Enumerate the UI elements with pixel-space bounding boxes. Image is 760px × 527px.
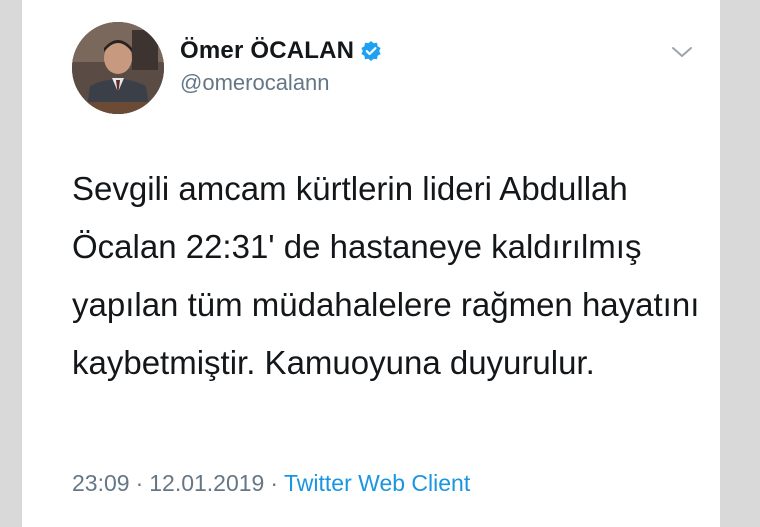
tweet-date[interactable]: 12.01.2019 [149, 470, 264, 496]
tweet-time[interactable]: 23:09 [72, 470, 130, 496]
separator: · [270, 470, 279, 496]
name-row: Ömer ÖCALAN [180, 36, 382, 66]
tweet-client-link[interactable]: Twitter Web Client [284, 470, 470, 496]
author-name[interactable]: Ömer ÖCALAN [180, 37, 354, 65]
separator: · [135, 470, 144, 496]
author-handle[interactable]: @omerocalann [180, 70, 382, 96]
avatar[interactable] [72, 22, 164, 114]
tweet-text: Sevgili amcam kürtlerin lideri Abdullah … [72, 170, 700, 381]
tweet-header: Ömer ÖCALAN @omerocalann [180, 36, 382, 96]
tweet-meta: 23:09 · 12.01.2019 · Twitter Web Client [72, 470, 470, 497]
profile-photo-icon [72, 22, 164, 114]
tweet-card: Ömer ÖCALAN @omerocalann Sevgili amcam k… [22, 0, 720, 527]
chevron-down-icon[interactable] [670, 44, 694, 60]
verified-badge-icon [360, 40, 382, 62]
